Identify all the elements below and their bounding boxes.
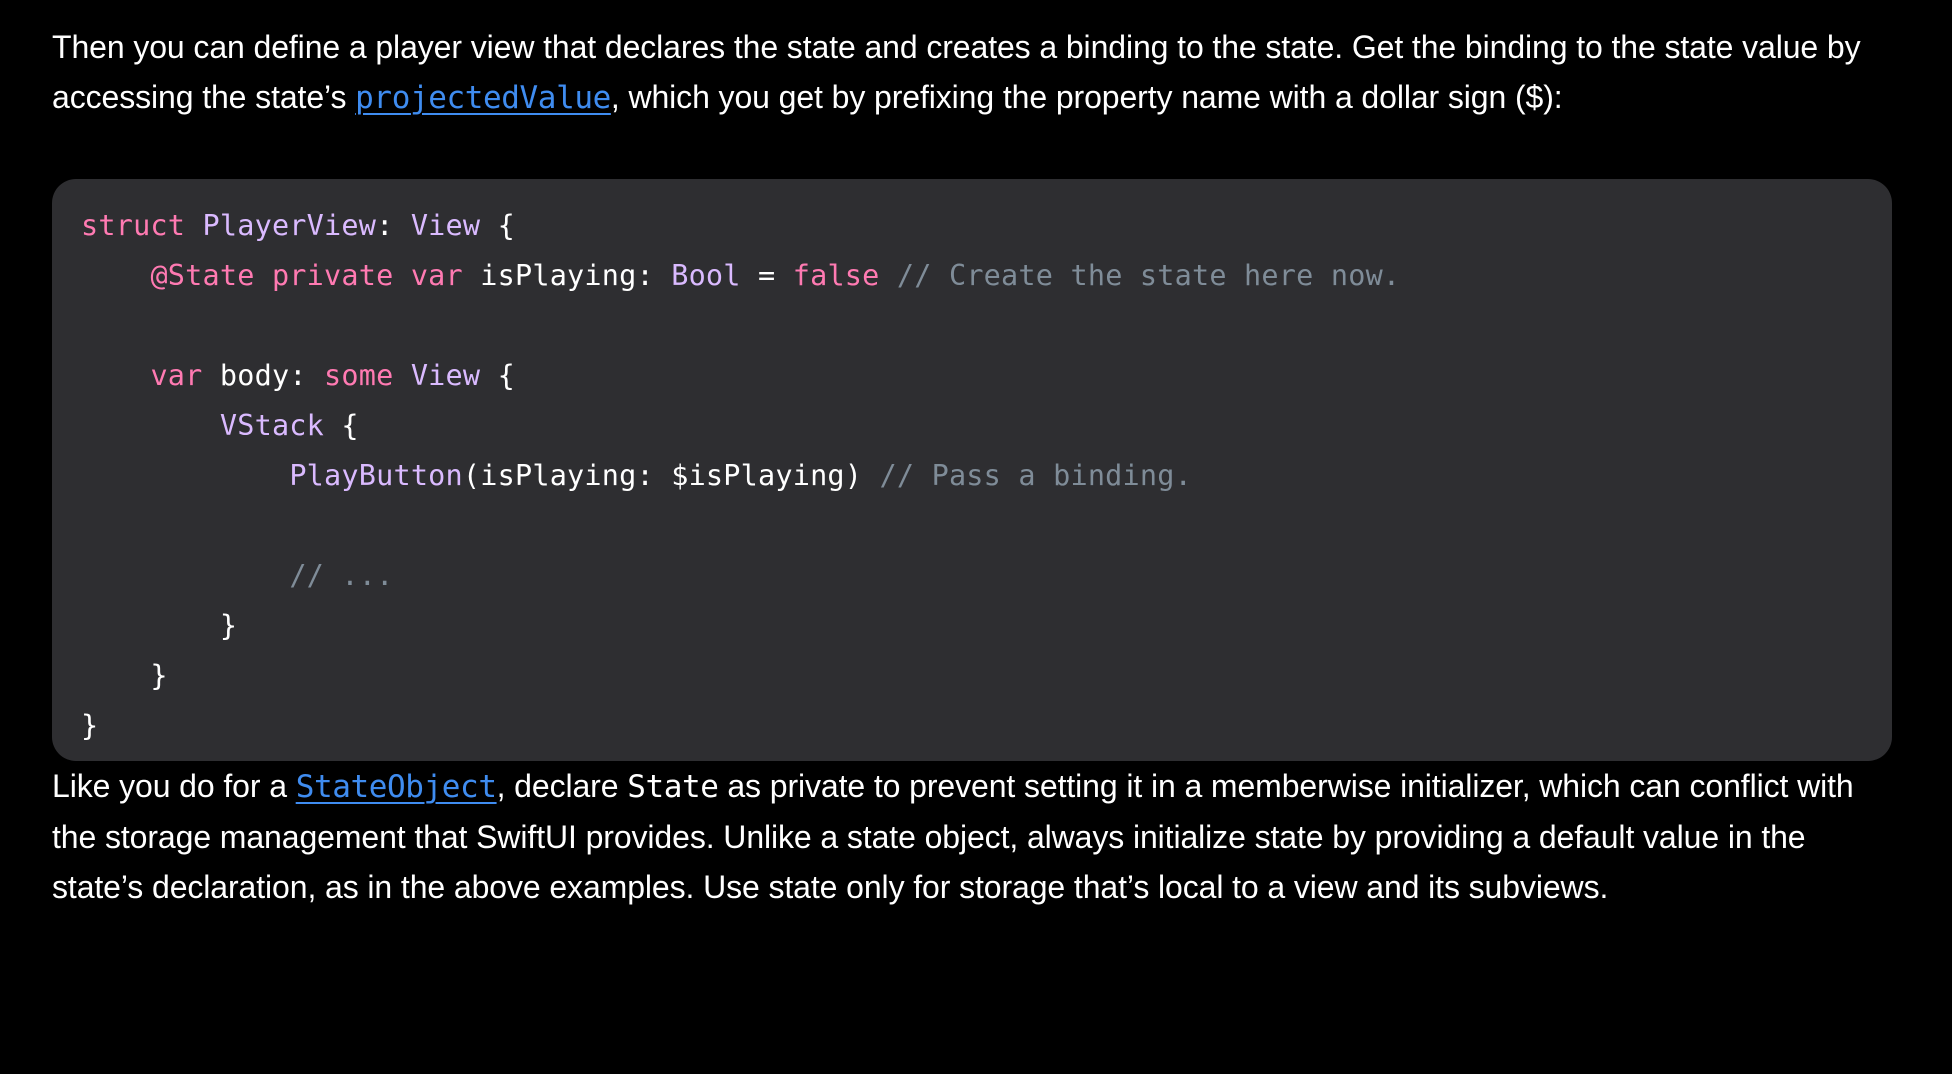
- code-token: View: [410, 209, 481, 242]
- code-line: // ...: [81, 551, 1864, 601]
- code-line: }: [81, 651, 1864, 701]
- code-token: var: [150, 359, 203, 392]
- code-token: private: [271, 259, 394, 292]
- code-comment: // Pass a binding.: [879, 459, 1192, 492]
- code-token: struct: [81, 209, 186, 242]
- code-token: }: [81, 609, 238, 642]
- code-line: }: [81, 701, 1864, 751]
- state-object-link[interactable]: StateObject: [296, 769, 497, 805]
- state-inline-code: State: [627, 769, 719, 805]
- code-token: false: [792, 259, 880, 292]
- intro-paragraph: Then you can define a player view that d…: [52, 22, 1892, 123]
- code-token: }: [81, 709, 99, 742]
- code-line: @State private var isPlaying: Bool = fal…: [81, 251, 1864, 301]
- code-token: =: [740, 259, 793, 292]
- code-token: body:: [202, 359, 325, 392]
- outro-text-middle: , declare: [496, 768, 628, 804]
- code-token: VStack: [219, 409, 325, 442]
- code-token: PlayButton: [289, 459, 463, 492]
- code-token: Bool: [671, 259, 741, 292]
- code-token: @State: [150, 259, 255, 292]
- outro-paragraph: Like you do for a StateObject, declare S…: [52, 761, 1892, 912]
- code-token: var: [410, 259, 463, 292]
- code-token: }: [81, 659, 168, 692]
- code-line: }: [81, 601, 1864, 651]
- code-token: View: [410, 359, 481, 392]
- code-line: var body: some View {: [81, 351, 1864, 401]
- article-content: Then you can define a player view that d…: [52, 22, 1892, 912]
- code-token: (isPlaying: $isPlaying): [462, 459, 880, 492]
- code-token: PlayerView: [202, 209, 377, 242]
- code-line: PlayButton(isPlaying: $isPlaying) // Pas…: [81, 451, 1864, 501]
- code-token: :: [376, 209, 411, 242]
- projected-value-link[interactable]: projectedValue: [355, 80, 611, 116]
- code-listing: struct PlayerView: View { @State private…: [52, 179, 1892, 761]
- code-token: isPlaying:: [462, 259, 672, 292]
- outro-text-before-link: Like you do for a: [52, 768, 296, 804]
- intro-text-after-link: , which you get by prefixing the propert…: [610, 79, 1563, 115]
- code-line: struct PlayerView: View {: [81, 201, 1864, 251]
- code-token: {: [324, 409, 359, 442]
- code-token: some: [324, 359, 394, 392]
- code-token: {: [480, 359, 515, 392]
- code-comment: // ...: [289, 559, 394, 592]
- code-line: VStack {: [81, 401, 1864, 451]
- code-token: {: [480, 209, 515, 242]
- code-comment: // Create the state here now.: [896, 259, 1401, 292]
